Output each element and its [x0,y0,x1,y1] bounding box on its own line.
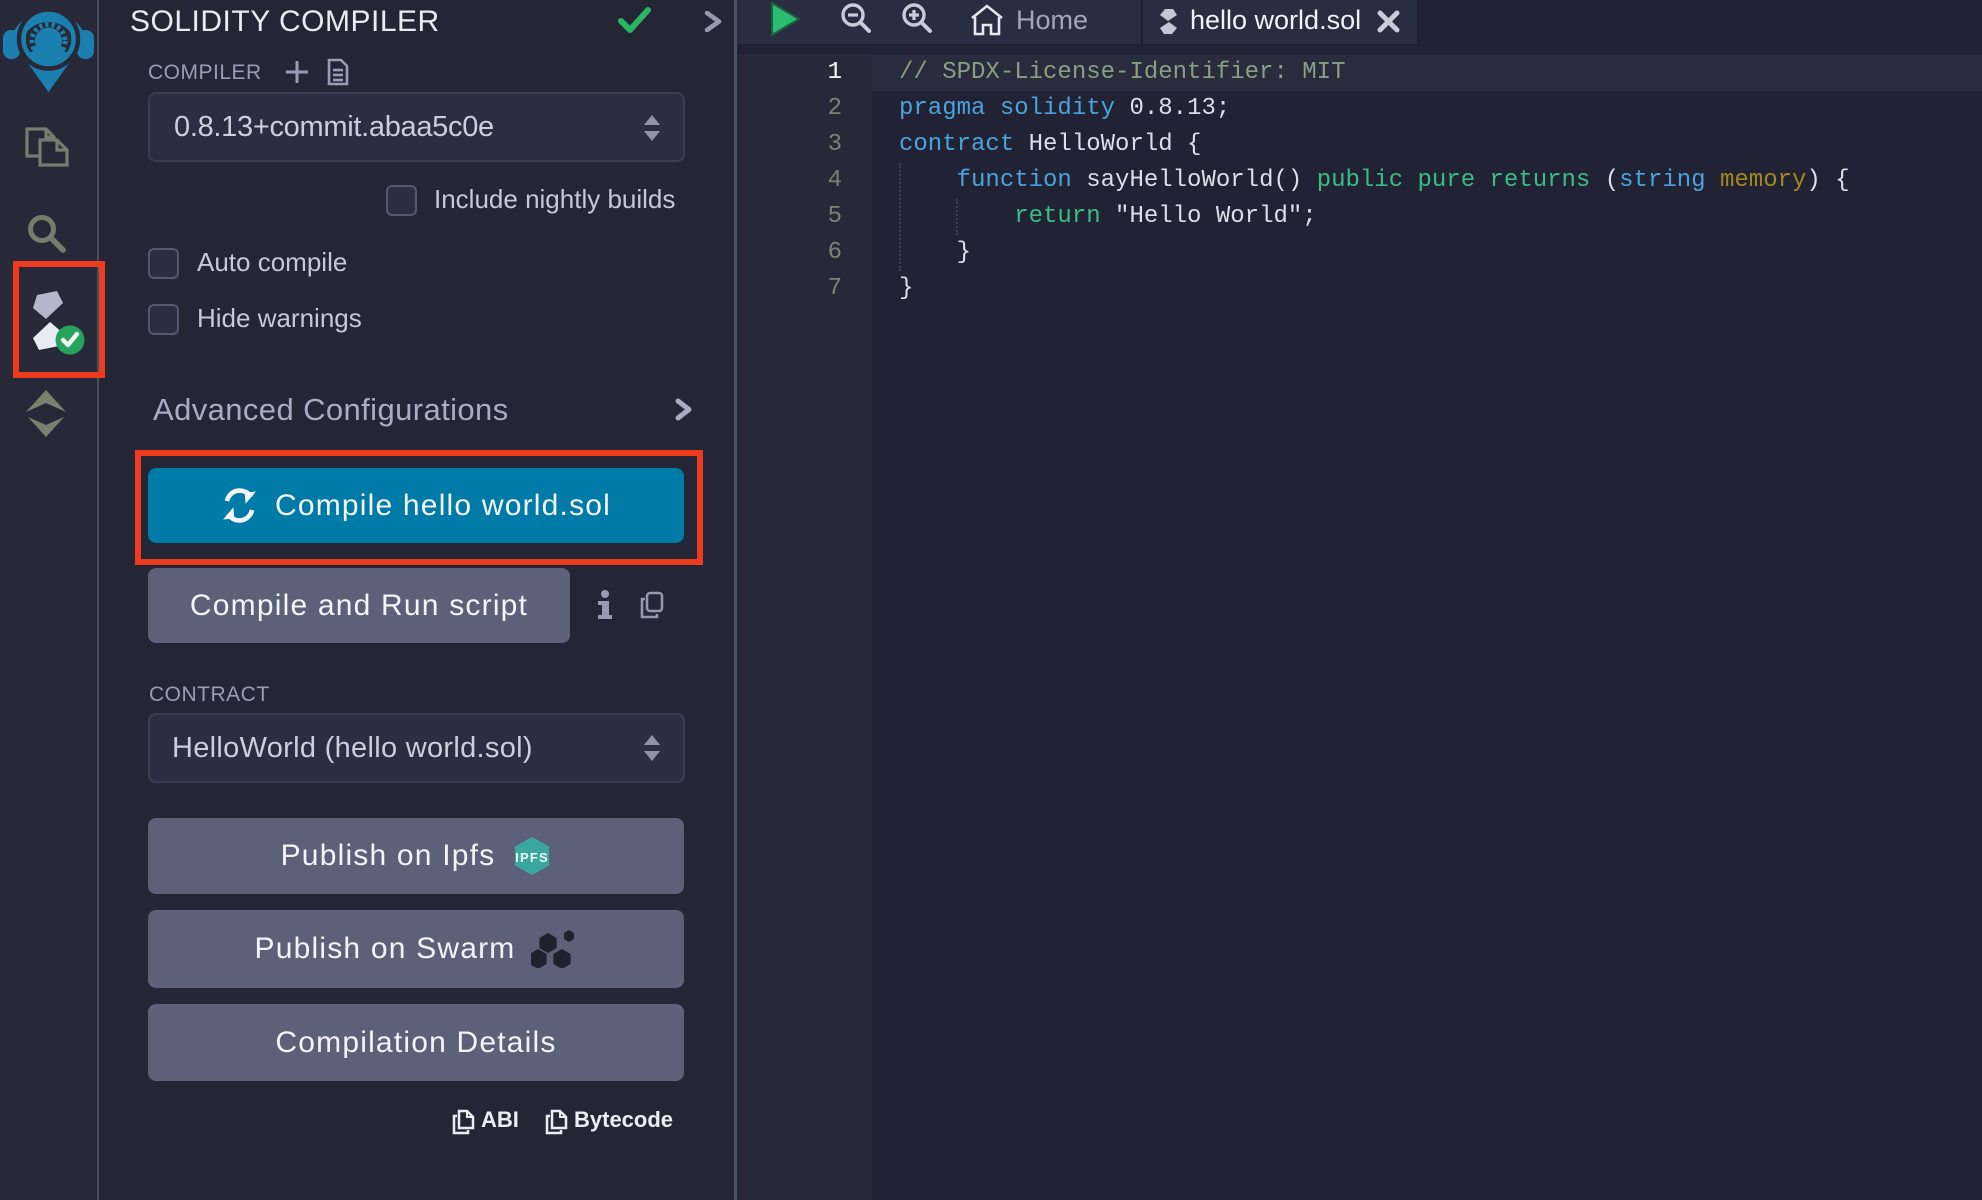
svg-text:IPFS: IPFS [516,850,550,865]
